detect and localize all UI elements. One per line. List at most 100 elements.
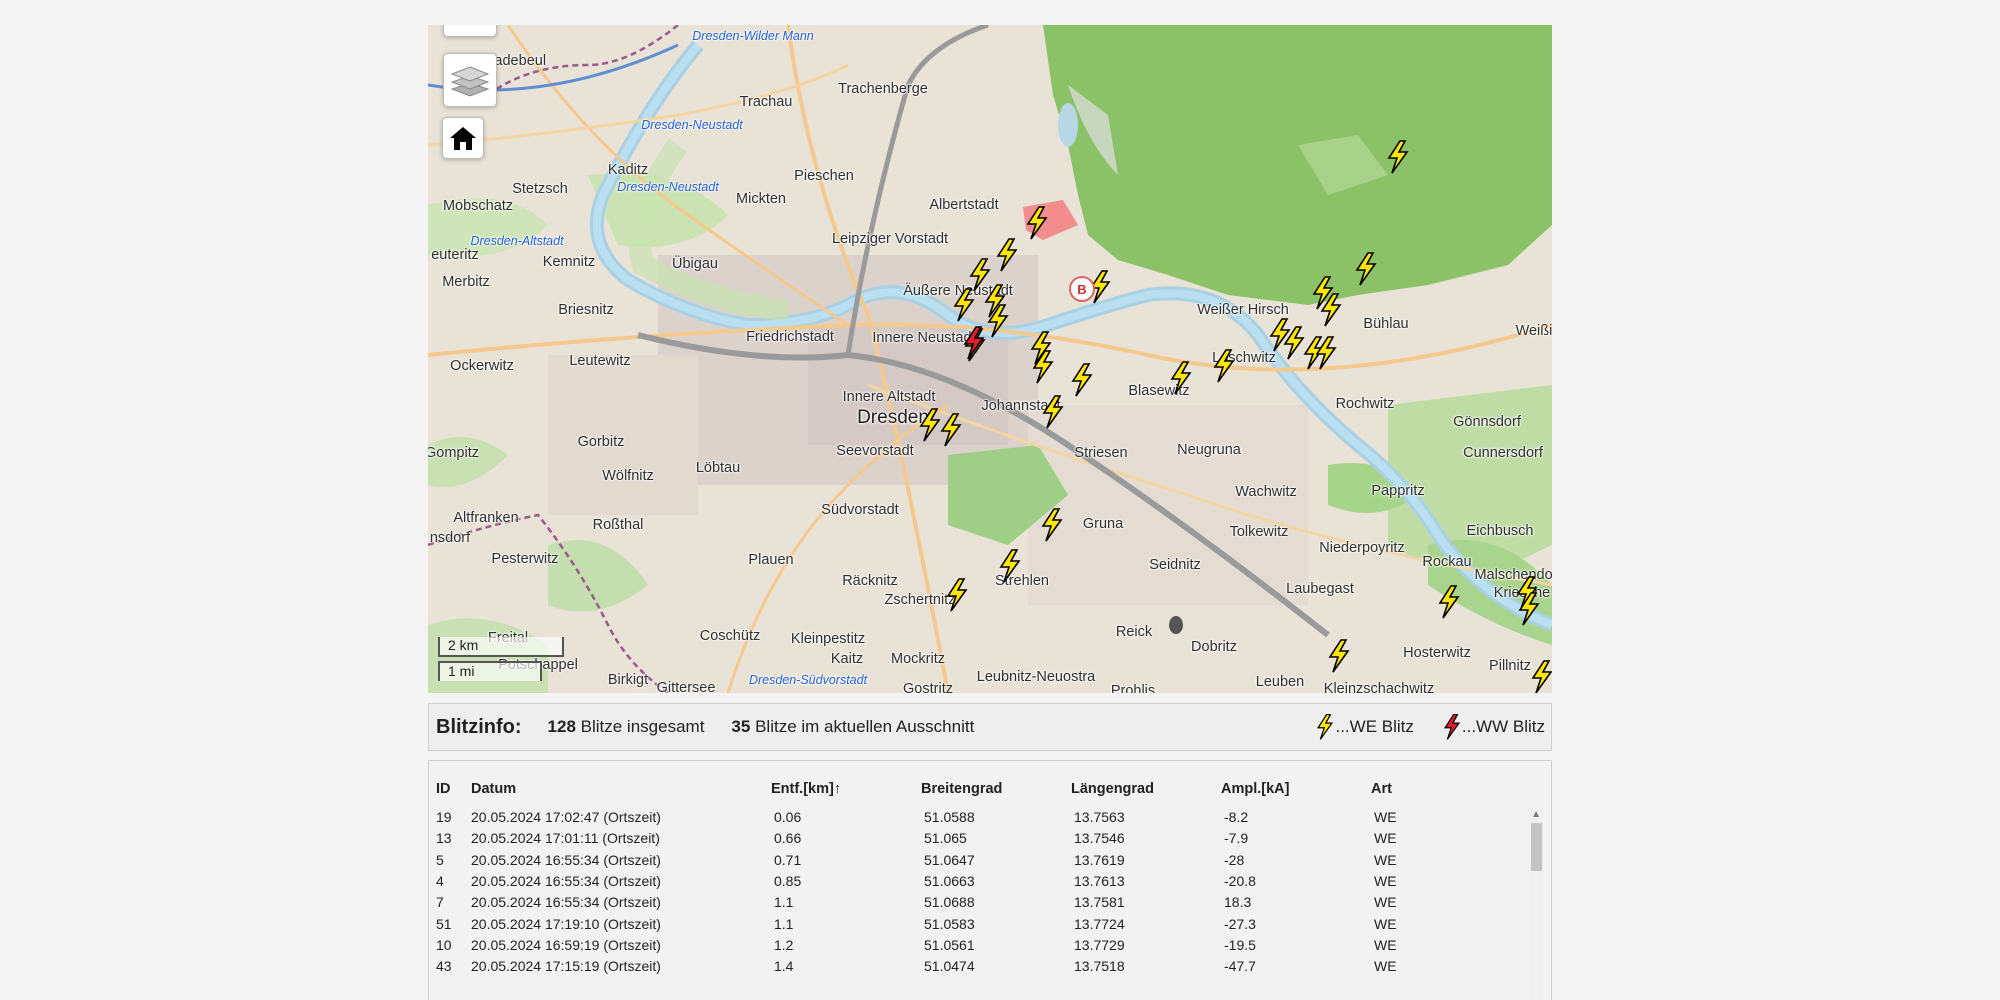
table-cell: 51.0583 <box>924 915 975 932</box>
table-row[interactable]: 19 20.05.2024 17:02:47 (Ortszeit) 0.06 51.0… <box>429 809 1551 830</box>
place-label: Pappritz <box>1371 483 1425 499</box>
legend-we-label: ...WE Blitz <box>1335 717 1414 736</box>
lightning-we-icon[interactable] <box>1313 336 1339 370</box>
lightning-map[interactable]: Radebeul Trachau Trachenberge Mickten Piesch… <box>428 25 1552 693</box>
lightning-we-icon[interactable] <box>1318 293 1344 327</box>
place-label: Plauen <box>748 552 794 568</box>
legend-ww: ...WW Blitz <box>1442 711 1545 743</box>
layers-button[interactable] <box>443 53 497 107</box>
table-cell: 20.05.2024 16:55:34 (Ortszeit) <box>471 894 661 911</box>
table-cell: WE <box>1374 851 1397 868</box>
place-label: Löbtau <box>695 460 741 476</box>
place-label: Niederpoyritz <box>1319 540 1405 556</box>
table-cell: 7 <box>436 894 444 911</box>
lightning-we-icon[interactable] <box>1385 140 1411 174</box>
table-cell: 13.7563 <box>1074 809 1125 825</box>
col-longitude[interactable]: Längengrad <box>1071 781 1154 797</box>
lightning-we-icon[interactable] <box>1353 252 1379 286</box>
place-label: Kemnitz <box>542 254 596 270</box>
place-label: Ockerwitz <box>450 358 514 374</box>
table-cell: -8.2 <box>1224 809 1249 825</box>
lightning-we-icon[interactable] <box>951 288 977 322</box>
place-label: Seevorstadt <box>836 443 914 459</box>
table-row[interactable]: 7 20.05.2024 16:55:34 (Ortszeit) 1.1 51.068… <box>429 894 1551 915</box>
table-cell: 13.7546 <box>1074 830 1125 847</box>
place-label: Leubnitz-Neuostra <box>976 669 1096 685</box>
lightning-we-icon[interactable] <box>1024 206 1050 240</box>
place-label: Albertstadt <box>929 197 999 213</box>
place-label: Rockau <box>1422 554 1472 570</box>
place-label: Leipziger Vorstadt <box>831 231 949 247</box>
table-cell: WE <box>1374 872 1397 889</box>
zoom-out-button[interactable] <box>443 25 497 37</box>
place-label: Merbitz <box>442 274 490 290</box>
col-id[interactable]: ID <box>436 781 451 797</box>
table-cell: 1.4 <box>774 958 794 975</box>
place-label: Kleinpestitz <box>790 631 866 647</box>
table-cell: -47.7 <box>1224 958 1256 975</box>
lightning-we-icon[interactable] <box>1040 395 1066 429</box>
place-label: Laubegast <box>1286 581 1354 597</box>
legend-ww-label: ...WW Blitz <box>1461 717 1545 736</box>
place-label: Striesen <box>1074 445 1128 461</box>
scroll-up-icon[interactable]: ▲ <box>1531 809 1541 820</box>
col-latitude[interactable]: Breitengrad <box>921 781 1002 797</box>
place-label: Eichbusch <box>1466 523 1534 539</box>
lightning-we-icon[interactable] <box>1516 592 1542 626</box>
table-cell: 13.7724 <box>1074 915 1125 932</box>
scrollbar-thumb[interactable] <box>1531 823 1542 871</box>
place-label: Gorbitz <box>577 434 625 450</box>
table-cell: 13.7729 <box>1074 936 1125 953</box>
table-row[interactable]: 5 20.05.2024 16:55:34 (Ortszeit) 0.71 51.06… <box>429 852 1551 873</box>
table-cell: 1.1 <box>774 915 794 932</box>
table-row[interactable]: 43 20.05.2024 17:15:19 (Ortszeit) 1.4 51.04… <box>429 958 1551 979</box>
route-label: Dresden-Wilder Mann <box>692 29 814 43</box>
home-button[interactable] <box>442 117 484 159</box>
table-cell: 1.2 <box>774 936 794 953</box>
info-bar: Blitzinfo: 128 Blitze insgesamt 35 Blitz… <box>428 703 1552 751</box>
lightning-ww-icon <box>1443 714 1461 740</box>
lightning-we-icon[interactable] <box>1529 660 1552 693</box>
scale-bar-mi: 1 mi <box>438 661 542 681</box>
legend-we: ...WE Blitz <box>1315 711 1414 743</box>
lightning-we-icon[interactable] <box>944 578 970 612</box>
place-label: Pillnitz <box>1489 658 1531 674</box>
table-cell: WE <box>1374 958 1397 975</box>
lightning-we-icon[interactable] <box>1211 349 1237 383</box>
place-label: Übigau <box>672 256 718 272</box>
table-row[interactable]: 51 20.05.2024 17:19:10 (Ortszeit) 1.1 51.05… <box>429 916 1551 937</box>
place-label: Gittersee <box>656 680 716 693</box>
table-cell: 51.0561 <box>924 936 975 953</box>
place-label: Stetzsch <box>512 181 568 197</box>
place-label: Pieschen <box>794 168 854 184</box>
table-cell: 0.66 <box>774 830 802 847</box>
lightning-we-icon[interactable] <box>1326 639 1352 673</box>
lightning-we-icon[interactable] <box>1436 585 1462 619</box>
col-datum[interactable]: Datum <box>471 781 516 797</box>
place-label: Neugruna <box>1177 442 1241 458</box>
col-distance[interactable]: Entf.[km]↑ <box>771 781 841 797</box>
table-cell: 20.05.2024 17:19:10 (Ortszeit) <box>471 915 661 932</box>
lightning-we-icon[interactable] <box>1168 361 1194 395</box>
lightning-we-icon[interactable] <box>938 413 964 447</box>
lightning-ww-icon[interactable] <box>961 326 987 360</box>
table-row[interactable]: 10 20.05.2024 16:59:19 (Ortszeit) 1.2 51.05… <box>429 937 1551 958</box>
col-type[interactable]: Art <box>1371 781 1392 797</box>
home-icon <box>450 127 476 150</box>
col-amplitude[interactable]: Ampl.[kA] <box>1221 781 1289 797</box>
lightning-we-icon[interactable] <box>1030 350 1056 384</box>
place-label: Mockritz <box>891 651 945 667</box>
lightning-we-icon[interactable] <box>997 549 1023 583</box>
table-cell: 13.7518 <box>1074 958 1125 975</box>
lightning-we-icon[interactable] <box>994 238 1020 272</box>
place-label: Weißer Hirsch <box>1197 302 1289 318</box>
lightning-we-icon[interactable] <box>1069 363 1095 397</box>
lightning-we-icon[interactable] <box>985 304 1011 338</box>
lightning-we-icon[interactable] <box>1039 508 1065 542</box>
place-label: nsdorf <box>429 530 471 546</box>
route-label: Dresden-Neustadt <box>617 180 719 194</box>
table-row[interactable]: 4 20.05.2024 16:55:34 (Ortszeit) 0.85 51.06… <box>429 873 1551 894</box>
table-row[interactable]: 13 20.05.2024 17:01:11 (Ortszeit) 0.66 51.0… <box>429 830 1551 851</box>
table-cell: 0.85 <box>774 872 802 889</box>
view-label: Blitze im aktuellen Ausschnitt <box>755 717 975 736</box>
